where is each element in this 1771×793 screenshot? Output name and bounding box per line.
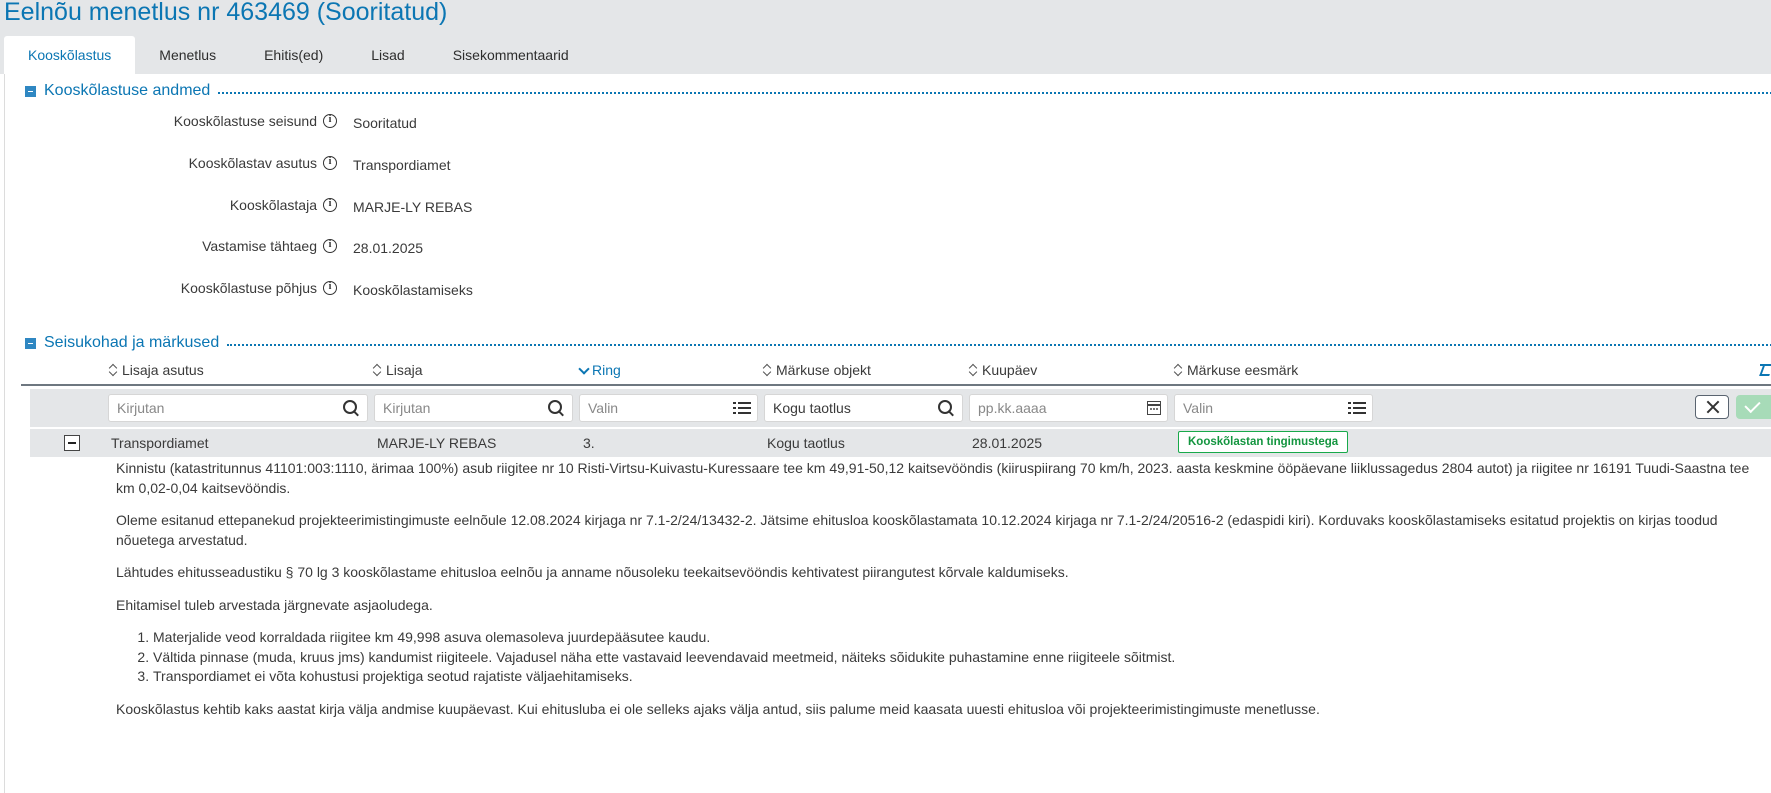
info-icon[interactable]: [323, 155, 337, 170]
field-label: Kooskõlastuse põhjus: [180, 279, 317, 296]
collapse-icon[interactable]: [25, 337, 36, 349]
search-icon[interactable]: [938, 400, 956, 416]
collapse-row-button[interactable]: [64, 435, 80, 451]
close-icon: [1706, 400, 1720, 414]
filter-kuupaev-input[interactable]: pp.kk.aaaa: [969, 394, 1168, 422]
field-label: Kooskõlastav asutus: [188, 154, 317, 171]
remark-paragraph: Kinnistu (katastritunnus 41101:003:1110,…: [116, 460, 1750, 496]
table-row[interactable]: Transpordiamet MARJE-LY REBAS 3. Kogu ta…: [30, 429, 1771, 457]
filter-markuse-objekt-input[interactable]: Kogu taotlus: [764, 394, 963, 422]
filter-row: Kirjutan Kirjutan Valin Kogu taotlus pp.…: [30, 389, 1771, 427]
apply-filters-button[interactable]: [1736, 395, 1771, 419]
remark-paragraph: Ehitamisel tuleb arvestada järgnevate as…: [116, 596, 433, 613]
filter-ring-select[interactable]: Valin: [579, 394, 758, 422]
main-content: Kooskõlastuse andmed Kooskõlastuse seisu…: [4, 74, 1771, 793]
remark-list: Materjalide veod korraldada riigitee km …: [116, 628, 1766, 687]
calendar-icon[interactable]: [1147, 401, 1161, 415]
remark-text: Kinnistu (katastritunnus 41101:003:1110,…: [116, 459, 1766, 732]
remark-paragraph: Lähtudes ehitusseadustiku § 70 lg 3 koos…: [116, 564, 1069, 580]
remark-paragraph: Oleme esitanud ettepanekud projekteerimi…: [116, 512, 1718, 548]
section-header-remarks[interactable]: Seisukohad ja märkused: [25, 332, 1771, 354]
list-item: Materjalide veod korraldada riigitee km …: [153, 628, 1766, 648]
filter-lisaja-input[interactable]: Kirjutan: [374, 394, 573, 422]
list-item: Transpordiamet ei võta kohustusi projekt…: [153, 667, 1766, 687]
collapse-icon[interactable]: [25, 85, 36, 97]
cell-kuupaev: 28.01.2025: [972, 435, 1043, 451]
field-label: Vastamise tähtaeg: [202, 237, 317, 254]
search-icon[interactable]: [548, 400, 566, 416]
column-header-markuse-objekt[interactable]: Märkuse objekt: [763, 362, 871, 378]
table-header: Lisaja asutus Lisaja Ring Märkuse objekt…: [21, 360, 1771, 386]
info-icon[interactable]: [323, 238, 337, 253]
cell-ring: 3.: [583, 435, 595, 451]
field-value: Transpordiamet: [353, 157, 451, 173]
info-icon[interactable]: [323, 197, 337, 212]
section-header-approval[interactable]: Kooskõlastuse andmed: [25, 80, 1771, 102]
field-value: 28.01.2025: [353, 240, 424, 256]
field-value: Kooskõlastamiseks: [353, 282, 473, 298]
clear-filters-button[interactable]: [1695, 395, 1729, 419]
sort-icon: [969, 363, 978, 377]
sort-icon: [373, 363, 382, 377]
page-header: Eelnõu menetlus nr 463469 (Sooritatud) K…: [0, 0, 1771, 74]
field-label: Kooskõlastaja: [229, 196, 317, 213]
page-title: Eelnõu menetlus nr 463469 (Sooritatud): [4, 0, 448, 26]
sort-icon: [1174, 363, 1183, 377]
cell-lisaja-asutus: Transpordiamet: [111, 435, 209, 451]
section-divider: [227, 344, 1771, 346]
check-icon: [1744, 396, 1761, 414]
tab-menetlus[interactable]: Menetlus: [135, 36, 240, 74]
cell-markuse-objekt: Kogu taotlus: [767, 435, 845, 451]
section-title: Seisukohad ja märkused: [44, 334, 220, 351]
cell-lisaja: MARJE-LY REBAS: [377, 435, 497, 451]
field-row: Kooskõlastav asutus Transpordiamet: [5, 154, 905, 178]
field-label: Kooskõlastuse seisund: [173, 112, 317, 129]
filter-markuse-eesmark-select[interactable]: Valin: [1174, 394, 1373, 422]
list-item: Vältida pinnase (muda, kruus jms) kandum…: [153, 648, 1766, 668]
info-icon[interactable]: [323, 113, 337, 128]
info-icon[interactable]: [323, 280, 337, 295]
column-header-markuse-eesmark[interactable]: Märkuse eesmärk: [1174, 362, 1298, 378]
tab-ehitised[interactable]: Ehitis(ed): [240, 36, 347, 74]
tab-lisad[interactable]: Lisad: [347, 36, 428, 74]
tab-kooskolastus[interactable]: Kooskõlastus: [4, 36, 136, 74]
sort-icon: [763, 363, 772, 377]
field-row: Kooskõlastaja MARJE-LY REBAS: [5, 196, 905, 220]
remark-paragraph: Kooskõlastus kehtib kaks aastat kirja vä…: [116, 700, 1320, 717]
field-row: Kooskõlastuse seisund Sooritatud: [5, 112, 905, 136]
field-row: Kooskõlastuse põhjus Kooskõlastamiseks: [5, 279, 905, 303]
column-header-kuupaev[interactable]: Kuupäev: [969, 362, 1037, 378]
list-icon[interactable]: [1348, 400, 1366, 416]
column-header-ring[interactable]: Ring: [578, 362, 621, 378]
column-header-lisaja[interactable]: Lisaja: [373, 362, 423, 378]
section-divider: [218, 92, 1771, 94]
field-value: Sooritatud: [353, 115, 417, 131]
status-badge: Kooskõlastan tingimustega: [1178, 431, 1349, 453]
search-icon[interactable]: [343, 400, 361, 416]
field-row: Vastamise tähtaeg 28.01.2025: [5, 237, 905, 261]
tab-bar: Kooskõlastus Menetlus Ehitis(ed) Lisad S…: [4, 36, 593, 74]
tab-sisekommentaarid[interactable]: Sisekommentaarid: [429, 36, 593, 74]
list-icon[interactable]: [733, 400, 751, 416]
field-value: MARJE-LY REBAS: [353, 199, 473, 215]
filter-icon[interactable]: [1760, 364, 1771, 376]
section-title: Kooskõlastuse andmed: [44, 82, 211, 99]
column-header-lisaja-asutus[interactable]: Lisaja asutus: [109, 362, 204, 378]
filter-lisaja-asutus-input[interactable]: Kirjutan: [108, 394, 368, 422]
sort-icon: [109, 363, 118, 377]
sort-descending-icon: [578, 363, 588, 377]
